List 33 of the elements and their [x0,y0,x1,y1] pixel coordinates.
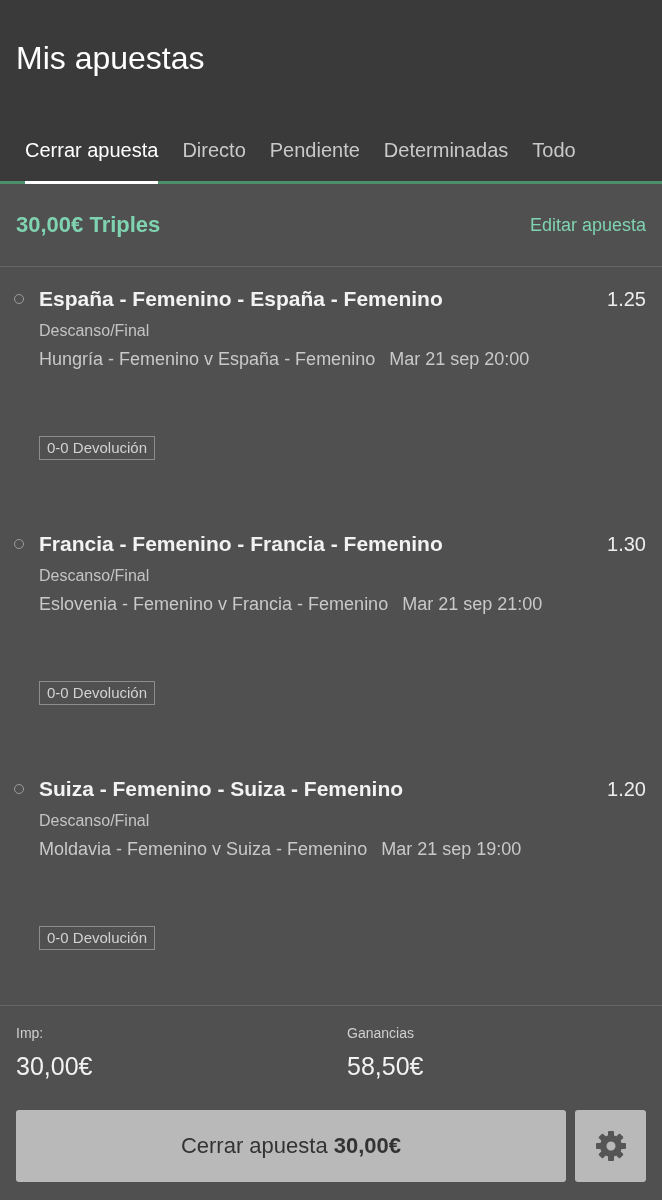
gear-icon [595,1131,626,1161]
tab[interactable]: Todo [532,128,576,184]
selection-name: España - Femenino - España - Femenino [39,286,443,312]
result-tag: 0-0 Devolución [39,436,156,460]
returns-value: 58,50€ [347,1051,424,1081]
selection-name: Suiza - Femenino - Suiza - Femenino [39,776,404,802]
odds: 1.20 [607,777,646,802]
event-name: Moldavia - Femenino v Suiza - Femenino [39,838,368,861]
event-time: Mar 21 sep 21:00 [402,593,543,616]
tab[interactable]: Pendiente [269,128,360,184]
tab[interactable]: Cerrar apuesta [25,128,159,184]
result-tag: 0-0 Devolución [39,681,156,705]
stake-value: 30,00€ [16,1051,93,1081]
event-time: Mar 21 sep 20:00 [389,348,530,371]
stake-label: Imp: [16,1024,44,1042]
selection-name: Francia - Femenino - Francia - Femenino [39,531,443,557]
odds: 1.30 [607,532,646,557]
page-title: Mis apuestas [16,39,206,78]
event-time: Mar 21 sep 19:00 [381,838,522,861]
bet-title: 30,00€ Triples [16,212,161,238]
event-name: Hungría - Femenino v España - Femenino [39,348,376,371]
settings-button[interactable] [575,1110,646,1182]
returns-label: Ganancias [347,1024,414,1042]
result-tag: 0-0 Devolución [39,926,156,950]
event-name: Eslovenia - Femenino v Francia - Femenino [39,593,389,616]
tab[interactable]: Directo [182,128,246,184]
market-name: Descanso/Final [39,321,150,341]
market-name: Descanso/Final [39,566,150,586]
cash-out-button[interactable]: Cerrar apuesta 30,00€ [16,1110,566,1182]
edit-bet-link[interactable]: Editar apuesta [529,214,646,236]
odds: 1.25 [607,287,646,312]
market-name: Descanso/Final [39,811,150,831]
tab[interactable]: Determinadas [383,128,509,184]
